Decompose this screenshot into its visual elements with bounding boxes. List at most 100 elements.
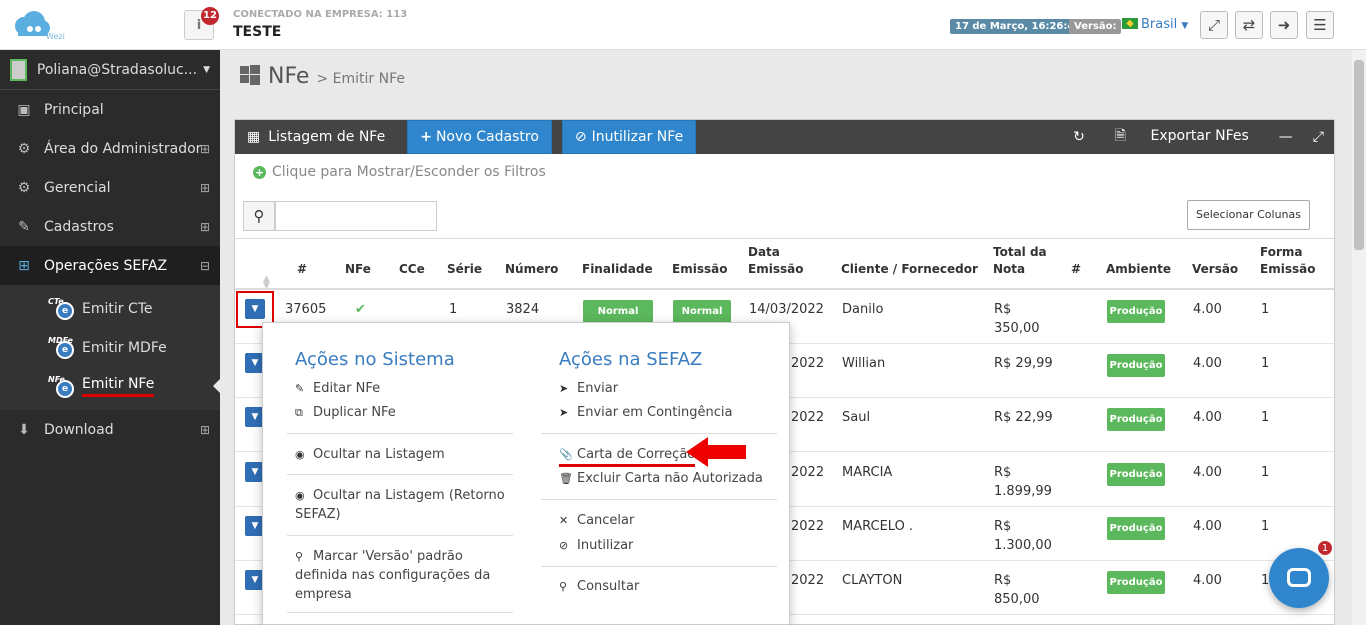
pencil-icon: ✎ [295,382,305,395]
menu-item-enviar[interactable]: ➤ Enviar [559,379,618,398]
chevron-down-icon: ▼ [203,64,210,75]
sidebar-item-principal[interactable]: ▣ Principal [0,90,220,129]
search-input[interactable] [275,201,437,231]
sidebar-item-emitir-nfe[interactable]: NFe e Emitir NFe [0,367,220,406]
toggle-filters-link[interactable]: + Clique para Mostrar/Esconder os Filtros [253,164,546,180]
paperclip-icon: 📎 [559,448,573,461]
cell-forma: 1 [1261,465,1270,480]
hamburger-icon: ☰ [1313,16,1327,34]
avatar [10,58,27,81]
refresh-button[interactable]: ⇄ [1235,11,1263,39]
fullscreen-button[interactable]: ⤢ [1200,11,1228,39]
column-header-serie[interactable]: Série [447,261,482,278]
table-header: ▲ ▼ # NFe CCe Série Número Finalidade Emi… [235,238,1334,291]
user-menu[interactable]: Poliana@Stradasoluc... ▼ [0,50,220,90]
export-nfes-button[interactable]: 🗎 Exportar NFes [1105,125,1259,149]
logout-button[interactable]: ➜ [1270,11,1298,39]
menu-item-duplicar[interactable]: ⧉ Duplicar NFe [295,403,396,422]
breadcrumb: > Emitir NFe [316,71,405,87]
menu-item-editar[interactable]: ✎ Editar NFe [295,379,380,398]
collapse-icon: ⊟ [199,258,210,273]
sidebar-item-label: Operações SEFAZ [44,257,168,274]
chevron-down-icon: ▼ [251,521,259,531]
panel-tools: ↻ 🗎 Exportar NFes — ⤢ [1063,120,1334,154]
search-button[interactable]: ⚲ [243,201,275,231]
sidebar-item-label: Emitir CTe [82,300,153,317]
sidebar-item-label: Cadastros [44,218,114,235]
search-icon: ⚲ [253,207,265,225]
menu-item-enviar-contingencia[interactable]: ➤ Enviar em Contingência [559,403,732,422]
chat-button[interactable]: 1 [1269,540,1333,608]
sidebar-item-emitir-cte[interactable]: CTe e Emitir CTe [0,289,220,328]
menu-item-carta-correcao[interactable]: 📎 Carta de Correção [559,445,696,467]
sidebar-item-label: Download [44,421,114,438]
inutilize-nfe-button[interactable]: ⊘ Inutilizar NFe [561,120,697,154]
key-icon: ⚲ [295,550,304,563]
column-header-finalidade[interactable]: Finalidade [582,261,653,278]
refresh-icon[interactable]: ↻ [1073,129,1085,145]
emissao-badge: Normal [673,300,731,323]
new-record-button[interactable]: + Novo Cadastro [407,120,552,154]
chat-badge: 1 [1317,540,1333,556]
menu-item-inutilizar[interactable]: ⊘ Inutilizar [559,536,633,555]
mdfe-icon: MDFe e [48,336,76,360]
menu-item-ocultar[interactable]: ◉ Ocultar na Listagem [295,445,445,464]
menu-item-label: Enviar [577,381,619,396]
menu-item-marcar-versao[interactable]: ⚲ Marcar 'Versão' padrão definida nas con… [295,547,495,604]
expand-icon[interactable]: ⤢ [1313,129,1324,145]
sidebar-item-sefaz[interactable]: ⊞ Operações SEFAZ ⊟ [0,246,220,285]
menu-item-cancelar[interactable]: ✕ Cancelar [559,511,634,530]
retweet-icon: ⇄ [1242,16,1256,34]
select-columns-button[interactable]: Selecionar Colunas [1186,200,1310,230]
cell-versao: 4.00 [1193,573,1222,588]
cell-total: R$ 850,00 [994,573,1040,607]
cell-forma: 1 [1261,519,1270,534]
cell-cliente: MARCELO . [842,519,914,534]
button-label: Exportar NFes [1150,128,1249,144]
column-header-cliente[interactable]: Cliente / Fornecedor [841,261,978,278]
column-header-forma-emissao[interactable]: Forma Emissão [1260,244,1320,278]
column-header-numero[interactable]: Número [505,261,558,278]
panel-title: ▦ Listagem de NFe [235,120,397,154]
language-selector[interactable]: Brasil ▼ [1122,17,1188,32]
header-label: Cliente / Fornecedor [841,262,978,276]
header-label: Número [505,262,559,276]
menu-item-ocultar-retorno[interactable]: ◉ Ocultar na Listagem (Retorno SEFAZ) [295,486,505,524]
column-header-nfe[interactable]: NFe [345,261,371,278]
copy-icon: ⧉ [295,406,303,419]
table-icon: ▦ [247,129,261,145]
menu-item-consultar[interactable]: ⚲ Consultar [559,577,639,596]
datetime-badge: 17 de Março, 16:26:43 [950,19,1087,34]
scrollbar[interactable] [1352,50,1366,625]
menu-item-label: Marcar 'Versão' padrão definida nas conf… [295,549,491,602]
column-header-ambiente[interactable]: Ambiente [1106,261,1171,278]
minimize-icon[interactable]: — [1279,129,1293,145]
column-header-cce[interactable]: CCe [399,261,425,278]
menu-item-label: Carta de Correção [577,447,696,462]
column-header-data-emissao[interactable]: Data Emissão [748,244,818,278]
sidebar-item-admin[interactable]: ⚙ Área do Administrador ⊞ [0,129,220,168]
wezi-logo[interactable]: Wezi [10,10,66,42]
column-header-hash[interactable]: # [1071,261,1081,278]
column-header-id[interactable]: # [297,261,307,278]
column-header-total[interactable]: Total da Nota [993,244,1053,278]
menu-item-label: Cancelar [577,513,635,528]
menu-item-excluir-carta[interactable]: 🗑 Excluir Carta não Autorizada [559,469,763,488]
sidebar-item-download[interactable]: ⬇ Download ⊞ [0,410,220,449]
cell-forma: 1 [1261,573,1270,588]
column-header-emissao[interactable]: Emissão [672,261,727,278]
sidebar-item-emitir-mdfe[interactable]: MDFe e Emitir MDFe [0,328,220,367]
finalidade-badge: Normal [583,300,653,323]
menu-item-label: Excluir Carta não Autorizada [577,471,763,486]
cell-cliente: MARCIA [842,465,893,480]
cell-forma: 1 [1261,356,1270,371]
scrollbar-thumb[interactable] [1354,60,1364,250]
cell-forma: 1 [1261,410,1270,425]
sidebar-item-cadastros[interactable]: ✎ Cadastros ⊞ [0,207,220,246]
sidebar-item-gerencial[interactable]: ⚙ Gerencial ⊞ [0,168,220,207]
notifications-button[interactable]: i 12 [184,7,219,40]
column-header-versao[interactable]: Versão [1192,261,1238,278]
cell-data: 2022 [791,573,825,588]
language-label: Brasil [1141,17,1178,32]
menu-button[interactable]: ☰ [1306,11,1334,39]
